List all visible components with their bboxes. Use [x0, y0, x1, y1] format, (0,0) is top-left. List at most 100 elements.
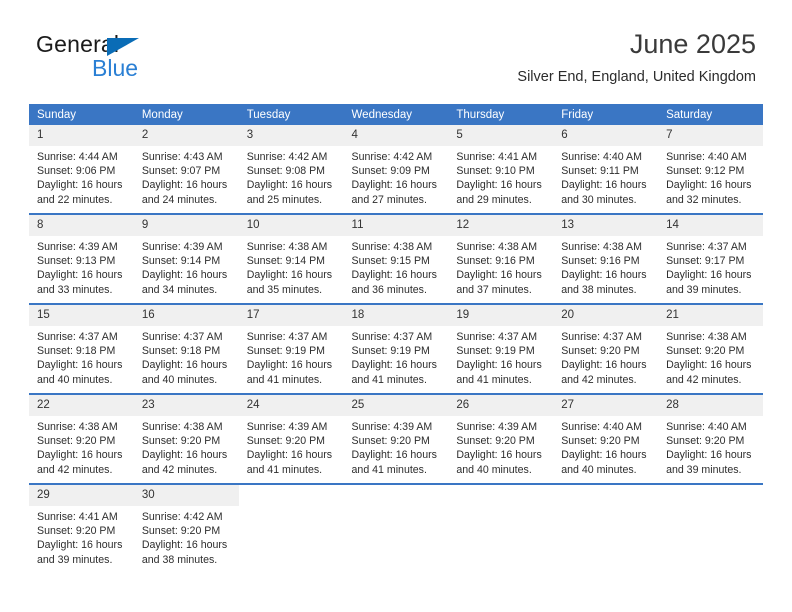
- sunset-time: Sunset: 9:19 PM: [351, 345, 430, 358]
- daylight-duration-line1: Daylight: 16 hours: [246, 449, 333, 462]
- daylight-duration-line2: and 24 minutes.: [141, 193, 218, 206]
- sunset-time: Sunset: 9:13 PM: [37, 255, 116, 268]
- sunrise-time: Sunrise: 4:37 AM: [561, 331, 642, 343]
- day-sun-info: Sunrise: 4:38 AM Sunset: 9:16 PM Daylight:…: [553, 236, 658, 297]
- sunrise-time: Sunrise: 4:42 AM: [351, 151, 433, 163]
- sunset-time: Sunset: 9:19 PM: [246, 345, 326, 358]
- sunrise-time: Sunrise: 4:37 AM: [37, 331, 118, 343]
- calendar-day-cell[interactable]: 7 Sunrise: 4:40 AM Sunset: 9:12 PM Daylight…: [658, 125, 763, 214]
- daylight-duration-line1: Daylight: 16 hours: [561, 449, 647, 462]
- daylight-duration-line2: and 42 minutes.: [37, 463, 113, 476]
- calendar-day-cell[interactable]: 21 Sunrise: 4:38 AM Sunset: 9:20 PM Dayligh…: [658, 303, 763, 394]
- calendar-day-cell[interactable]: 20 Sunrise: 4:37 AM Sunset: 9:20 PM Dayligh…: [553, 303, 659, 394]
- daylight-duration-line1: Daylight: 16 hours: [246, 179, 333, 192]
- daylight-duration-line2: and 41 minutes.: [351, 373, 427, 386]
- calendar-day-cell[interactable]: 16 Sunrise: 4:37 AM Sunset: 9:18 PM Dayligh…: [133, 303, 239, 394]
- day-sun-info: Sunrise: 4:40 AM Sunset: 9:11 PM Daylight:…: [553, 146, 658, 207]
- sunrise-time: Sunrise: 4:44 AM: [37, 151, 118, 163]
- calendar-day-cell[interactable]: 10 Sunrise: 4:38 AM Sunset: 9:14 PM Dayligh…: [238, 213, 344, 304]
- daylight-duration-line2: and 41 minutes.: [246, 373, 323, 386]
- day-sun-info: Sunrise: 4:39 AM Sunset: 9:20 PM Daylight:…: [344, 416, 449, 477]
- weekday-header-sunday: Sunday: [29, 104, 134, 125]
- daylight-duration-line2: and 38 minutes.: [561, 283, 637, 296]
- calendar-day-cell[interactable]: 5 Sunrise: 4:41 AM Sunset: 9:10 PM Daylight…: [448, 125, 554, 214]
- day-number: 5: [448, 125, 554, 146]
- calendar-day-cell[interactable]: 27 Sunrise: 4:40 AM Sunset: 9:20 PM Dayligh…: [553, 393, 659, 484]
- day-number: 18: [343, 305, 449, 326]
- page-title: June 2025: [629, 29, 756, 59]
- calendar-day-cell[interactable]: 4 Sunrise: 4:42 AM Sunset: 9:09 PM Daylight…: [343, 125, 449, 214]
- daylight-duration-line1: Daylight: 16 hours: [351, 359, 437, 372]
- daylight-duration-line1: Daylight: 16 hours: [456, 359, 542, 372]
- day-sun-info: Sunrise: 4:37 AM Sunset: 9:20 PM Daylight:…: [553, 326, 658, 387]
- sunset-time: Sunset: 9:15 PM: [351, 255, 430, 268]
- sunset-time: Sunset: 9:06 PM: [37, 165, 116, 178]
- calendar-day-cell-empty: [658, 483, 763, 573]
- day-number: 27: [553, 395, 659, 416]
- calendar-day-cell[interactable]: 14 Sunrise: 4:37 AM Sunset: 9:17 PM Dayligh…: [658, 213, 763, 304]
- calendar-day-cell[interactable]: 23 Sunrise: 4:38 AM Sunset: 9:20 PM Dayligh…: [133, 393, 239, 484]
- sunset-time: Sunset: 9:09 PM: [351, 165, 430, 178]
- calendar-day-cell[interactable]: 9 Sunrise: 4:39 AM Sunset: 9:14 PM Daylight…: [133, 213, 239, 304]
- sunset-time: Sunset: 9:20 PM: [351, 435, 430, 448]
- calendar-day-cell[interactable]: 18 Sunrise: 4:37 AM Sunset: 9:19 PM Dayligh…: [343, 303, 449, 394]
- daylight-duration-line2: and 40 minutes.: [141, 373, 218, 386]
- day-sun-info: Sunrise: 4:38 AM Sunset: 9:20 PM Daylight:…: [658, 326, 763, 387]
- day-sun-info: Sunrise: 4:42 AM Sunset: 9:09 PM Daylight:…: [344, 146, 449, 207]
- sunset-time: Sunset: 9:07 PM: [141, 165, 221, 178]
- calendar-day-cell[interactable]: 11 Sunrise: 4:38 AM Sunset: 9:15 PM Dayligh…: [343, 213, 449, 304]
- sunrise-time: Sunrise: 4:38 AM: [666, 331, 747, 343]
- sunset-time: Sunset: 9:20 PM: [37, 525, 116, 538]
- calendar-page: General Blue June 2025 Silver End, Engla…: [0, 0, 792, 612]
- calendar-day-cell[interactable]: 6 Sunrise: 4:40 AM Sunset: 9:11 PM Daylight…: [553, 125, 659, 214]
- calendar-day-cell[interactable]: 19 Sunrise: 4:37 AM Sunset: 9:19 PM Dayligh…: [448, 303, 554, 394]
- calendar-day-cell[interactable]: 22 Sunrise: 4:38 AM Sunset: 9:20 PM Dayligh…: [29, 393, 134, 484]
- calendar-day-cell[interactable]: 26 Sunrise: 4:39 AM Sunset: 9:20 PM Dayligh…: [448, 393, 554, 484]
- calendar-day-cell[interactable]: 2 Sunrise: 4:43 AM Sunset: 9:07 PM Daylight…: [133, 125, 239, 214]
- daylight-duration-line1: Daylight: 16 hours: [561, 269, 647, 282]
- sunrise-time: Sunrise: 4:37 AM: [351, 331, 433, 343]
- day-sun-info: Sunrise: 4:39 AM Sunset: 9:13 PM Daylight:…: [29, 236, 134, 297]
- day-number: 7: [658, 125, 763, 146]
- day-sun-info: Sunrise: 4:39 AM Sunset: 9:14 PM Daylight:…: [134, 236, 239, 297]
- sunrise-time: Sunrise: 4:37 AM: [456, 331, 538, 343]
- daylight-duration-line1: Daylight: 16 hours: [456, 179, 542, 192]
- day-sun-info: Sunrise: 4:40 AM Sunset: 9:20 PM Daylight:…: [658, 416, 763, 477]
- sunset-time: Sunset: 9:20 PM: [456, 435, 535, 448]
- day-sun-info: Sunrise: 4:38 AM Sunset: 9:20 PM Daylight:…: [29, 416, 134, 477]
- day-number: 10: [238, 215, 344, 236]
- daylight-duration-line2: and 41 minutes.: [351, 463, 427, 476]
- sunset-time: Sunset: 9:20 PM: [141, 435, 221, 448]
- sunrise-time: Sunrise: 4:41 AM: [37, 511, 118, 523]
- calendar-day-cell[interactable]: 28 Sunrise: 4:40 AM Sunset: 9:20 PM Dayligh…: [658, 393, 763, 484]
- calendar-day-cell[interactable]: 15 Sunrise: 4:37 AM Sunset: 9:18 PM Dayligh…: [29, 303, 134, 394]
- sunrise-time: Sunrise: 4:39 AM: [141, 241, 223, 253]
- calendar-day-cell[interactable]: 29 Sunrise: 4:41 AM Sunset: 9:20 PM Dayligh…: [29, 483, 134, 573]
- calendar-day-cell[interactable]: 24 Sunrise: 4:39 AM Sunset: 9:20 PM Dayligh…: [238, 393, 344, 484]
- daylight-duration-line1: Daylight: 16 hours: [141, 449, 228, 462]
- page-subtitle: Silver End, England, United Kingdom: [517, 69, 756, 85]
- day-sun-info: Sunrise: 4:39 AM Sunset: 9:20 PM Daylight:…: [239, 416, 344, 477]
- sunrise-time: Sunrise: 4:37 AM: [141, 331, 223, 343]
- calendar-day-cell[interactable]: 13 Sunrise: 4:38 AM Sunset: 9:16 PM Dayligh…: [553, 213, 659, 304]
- sunset-time: Sunset: 9:20 PM: [561, 435, 640, 448]
- calendar-day-cell[interactable]: 30 Sunrise: 4:42 AM Sunset: 9:20 PM Dayligh…: [133, 483, 239, 573]
- calendar-day-cell[interactable]: 8 Sunrise: 4:39 AM Sunset: 9:13 PM Daylight…: [29, 213, 134, 304]
- calendar-day-cell[interactable]: 12 Sunrise: 4:38 AM Sunset: 9:16 PM Dayligh…: [448, 213, 554, 304]
- day-number: 22: [29, 395, 134, 416]
- daylight-duration-line2: and 33 minutes.: [37, 283, 113, 296]
- sunset-time: Sunset: 9:16 PM: [561, 255, 640, 268]
- sunset-time: Sunset: 9:18 PM: [37, 345, 116, 358]
- general-blue-logo[interactable]: General Blue: [36, 32, 216, 84]
- calendar-week-row: 29 Sunrise: 4:41 AM Sunset: 9:20 PM Dayligh…: [29, 483, 763, 573]
- calendar-day-cell[interactable]: 1 Sunrise: 4:44 AM Sunset: 9:06 PM Daylight…: [29, 125, 134, 214]
- calendar-day-cell[interactable]: 17 Sunrise: 4:37 AM Sunset: 9:19 PM Dayligh…: [238, 303, 344, 394]
- calendar-body: 1 Sunrise: 4:44 AM Sunset: 9:06 PM Daylight…: [29, 125, 763, 573]
- page-header: General Blue June 2025 Silver End, Engla…: [0, 0, 792, 96]
- calendar-day-cell[interactable]: 25 Sunrise: 4:39 AM Sunset: 9:20 PM Dayligh…: [343, 393, 449, 484]
- sunrise-time: Sunrise: 4:39 AM: [351, 421, 433, 433]
- daylight-duration-line1: Daylight: 16 hours: [141, 269, 228, 282]
- daylight-duration-line2: and 36 minutes.: [351, 283, 427, 296]
- calendar-day-cell[interactable]: 3 Sunrise: 4:42 AM Sunset: 9:08 PM Daylight…: [238, 125, 344, 214]
- sunrise-time: Sunrise: 4:40 AM: [666, 151, 747, 163]
